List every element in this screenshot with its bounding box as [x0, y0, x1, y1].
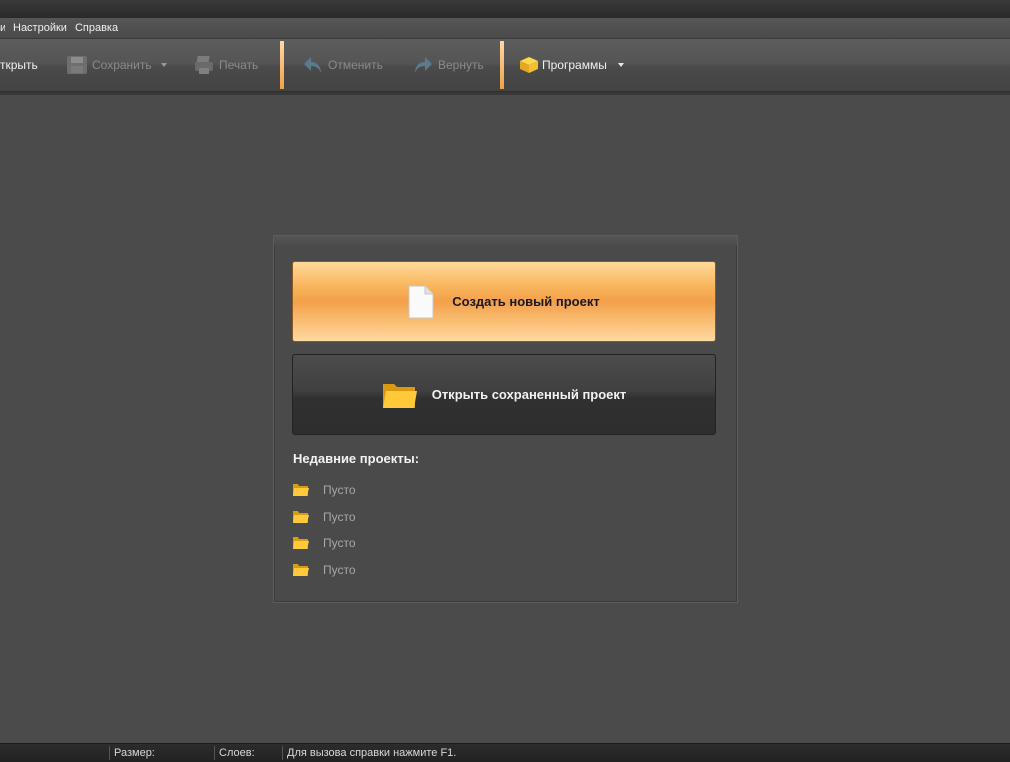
menu-item-file[interactable]: и [0, 22, 5, 34]
floppy-icon [66, 54, 88, 76]
recent-projects-title: Недавние проекты: [293, 451, 420, 466]
save-label: Сохранить [92, 58, 152, 72]
recent-item-label: Пусто [323, 483, 356, 498]
save-dropdown-button[interactable] [161, 39, 167, 91]
list-item[interactable]: Пусто [292, 477, 356, 504]
panel-header [274, 236, 737, 246]
recent-item-label: Пусто [323, 509, 356, 524]
print-label: Печать [219, 58, 259, 72]
folder-icon [292, 483, 310, 497]
save-button[interactable]: Сохранить [66, 39, 152, 91]
folder-icon [292, 536, 310, 550]
toolbar-divider [0, 92, 1010, 95]
chevron-down-icon [617, 63, 624, 67]
undo-arrow-icon [302, 54, 324, 76]
open-saved-project-button[interactable]: Открыть сохраненный проект [292, 354, 716, 435]
redo-arrow-icon [412, 54, 434, 76]
open-button[interactable]: ткрыть [0, 39, 38, 91]
menu-item-help[interactable]: Справка [75, 22, 118, 34]
open-label: ткрыть [0, 58, 38, 72]
recent-item-label: Пусто [323, 562, 356, 577]
start-panel: Создать новый проект Открыть сохраненный… [273, 235, 738, 603]
menu-item-settings[interactable]: Настройки [13, 22, 67, 34]
redo-button[interactable]: Вернуть [412, 39, 484, 91]
create-new-project-button[interactable]: Создать новый проект [292, 261, 716, 342]
list-item[interactable]: Пусто [292, 530, 356, 557]
folder-icon [382, 380, 418, 410]
redo-label: Вернуть [438, 58, 484, 72]
undo-button[interactable]: Отменить [302, 39, 383, 91]
list-item[interactable]: Пусто [292, 557, 356, 584]
status-bar: Размер: Слоев: Для вызова справки нажмит… [0, 743, 1010, 762]
create-new-project-label: Создать новый проект [452, 294, 600, 309]
recent-projects-list: Пусто Пусто Пусто Пусто [292, 477, 356, 583]
status-layers: Слоев: [214, 746, 282, 760]
printer-icon [193, 54, 215, 76]
status-size: Размер: [109, 746, 214, 760]
recent-item-label: Пусто [323, 536, 356, 551]
list-item[interactable]: Пусто [292, 504, 356, 531]
status-cell-empty [0, 746, 109, 760]
toolbar-separator [500, 41, 504, 89]
undo-label: Отменить [328, 58, 383, 72]
menu-bar: и Настройки Справка [0, 18, 1010, 39]
chevron-down-icon [161, 63, 167, 67]
folder-icon [292, 510, 310, 524]
print-button[interactable]: Печать [193, 39, 258, 91]
toolbar-separator [280, 41, 284, 89]
programs-button[interactable]: Программы [518, 39, 624, 91]
folder-icon [292, 563, 310, 577]
open-saved-project-label: Открыть сохраненный проект [431, 387, 627, 402]
window-titlebar [0, 0, 1010, 19]
box-icon [518, 54, 540, 76]
document-icon [408, 285, 434, 319]
programs-label: Программы [542, 58, 607, 72]
toolbar: ткрыть Сохранить Печать Отменить Вернуть… [0, 39, 1010, 92]
status-help-text: Для вызова справки нажмите F1. [282, 746, 587, 760]
